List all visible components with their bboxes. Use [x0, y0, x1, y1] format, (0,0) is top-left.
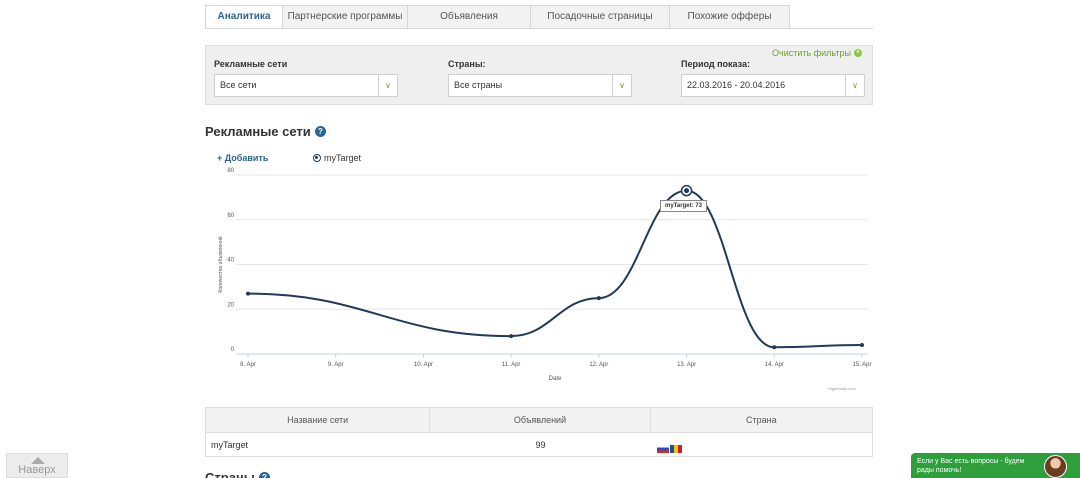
data-point — [509, 334, 514, 339]
line-chart: 0 20 40 60 80 8. Apr 9. Apr 10. Apr 11. Apr 12. A… — [217, 168, 872, 382]
x-tick-label: 13. Apr — [677, 362, 696, 368]
y-tick-label: 20 — [227, 302, 234, 308]
x-axis-title: Date — [549, 376, 562, 382]
x-tick-label: 11. Apr — [502, 362, 521, 368]
y-axis-title: Количество объявлений — [217, 236, 224, 292]
support-avatar — [1044, 455, 1067, 478]
section-title-text: Рекламные сети — [205, 124, 311, 139]
x-tick-label: 14. Apr — [765, 362, 784, 368]
legend-label: myTarget — [324, 153, 362, 163]
section-title: Рекламные сети ? — [205, 124, 326, 139]
page: Аналитика Партнерские программы Объявлен… — [0, 0, 1080, 478]
close-icon: × — [854, 49, 862, 57]
networks-select-value: Все сети — [220, 80, 257, 90]
y-tick-label: 60 — [227, 213, 234, 219]
countries-section-title: Страны ? — [205, 470, 270, 478]
y-tick-label: 0 — [231, 347, 235, 353]
tabs-divider — [205, 28, 873, 29]
chevron-down-icon: ∨ — [845, 75, 864, 96]
data-point — [246, 291, 250, 296]
period-select[interactable]: 22.03.2016 - 20.04.2016 ∨ — [681, 74, 865, 97]
data-point — [860, 343, 864, 348]
tooltip-text: myTarget: 73 — [665, 203, 702, 209]
period-filter-label: Период показа: — [681, 59, 751, 69]
add-network-link[interactable]: + Добавить — [217, 153, 268, 163]
chart-legend-item[interactable]: myTarget — [313, 153, 361, 163]
countries-select-value: Все страны — [454, 80, 503, 90]
moldova-flag-icon — [669, 444, 682, 453]
help-icon[interactable]: ? — [258, 472, 270, 478]
networks-table: Название сети Объявлений Страна myTarget… — [205, 407, 873, 457]
chart-tooltip: myTarget: 73 — [660, 200, 707, 212]
arrow-up-icon — [31, 457, 45, 464]
cell-network: myTarget — [211, 440, 249, 450]
countries-filter-label: Страны: — [448, 59, 486, 69]
russia-flag-icon — [656, 444, 669, 453]
networks-select[interactable]: Все сети ∨ — [214, 74, 398, 97]
tab-similar-offers[interactable]: Похожие офферы — [670, 5, 790, 29]
y-tick-label: 40 — [227, 258, 234, 264]
header-network-name[interactable]: Название сети — [206, 408, 431, 432]
series-line-mytarget — [247, 189, 863, 349]
x-tick-label: 15. Apr — [852, 362, 871, 368]
networks-filter: Рекламные сети Все сети ∨ — [214, 59, 398, 97]
clear-filters-label: Очистить фильтры — [772, 48, 851, 58]
countries-section-title-text: Страны — [205, 470, 255, 478]
x-tick-label: 9. Apr — [328, 362, 344, 368]
data-point — [772, 345, 777, 350]
cell-country — [651, 433, 872, 456]
legend-marker-icon — [313, 154, 321, 162]
table-header: Название сети Объявлений Страна — [206, 408, 872, 432]
x-tick-label: 12. Apr — [589, 362, 608, 368]
tab-analytics[interactable]: Аналитика — [205, 5, 283, 29]
tab-ads[interactable]: Объявления — [408, 5, 531, 29]
data-point — [684, 188, 690, 194]
tab-landing-pages[interactable]: Посадочные страницы — [531, 5, 670, 29]
filters-panel: Очистить фильтры × Рекламные сети Все се… — [205, 45, 873, 105]
countries-select[interactable]: Все страны ∨ — [448, 74, 632, 97]
scroll-to-top-button[interactable]: Наверх — [6, 453, 68, 478]
chat-widget[interactable]: Если у Вас есть вопросы - будем рады пом… — [911, 453, 1080, 478]
header-country[interactable]: Страна — [651, 408, 872, 432]
y-tick-label: 80 — [227, 168, 234, 174]
networks-filter-label: Рекламные сети — [214, 59, 288, 69]
countries-filter: Страны: Все страны ∨ — [448, 59, 632, 97]
table-row[interactable]: myTarget 99 — [206, 432, 872, 456]
chevron-down-icon: ∨ — [378, 75, 397, 96]
cell-count: 99 — [535, 440, 546, 450]
tab-partner-programs[interactable]: Партнерские программы — [283, 5, 408, 29]
clear-filters-link[interactable]: Очистить фильтры × — [772, 48, 862, 58]
x-tick-label: 8. Apr — [240, 362, 256, 368]
data-point — [596, 296, 601, 301]
chevron-down-icon: ∨ — [612, 75, 631, 96]
period-select-value: 22.03.2016 - 20.04.2016 — [687, 80, 786, 90]
scroll-to-top-label: Наверх — [18, 464, 56, 476]
chart-credit[interactable]: Highcharts.com — [828, 386, 856, 391]
chat-text: Если у Вас есть вопросы - будем рады пом… — [917, 458, 1025, 474]
help-icon[interactable]: ? — [314, 126, 326, 137]
x-tick-label: 10. Apr — [414, 362, 433, 368]
header-ads-count[interactable]: Объявлений — [430, 408, 651, 432]
period-filter: Период показа: 22.03.2016 - 20.04.2016 ∨ — [681, 59, 865, 97]
tab-bar: Аналитика Партнерские программы Объявлен… — [205, 5, 790, 29]
